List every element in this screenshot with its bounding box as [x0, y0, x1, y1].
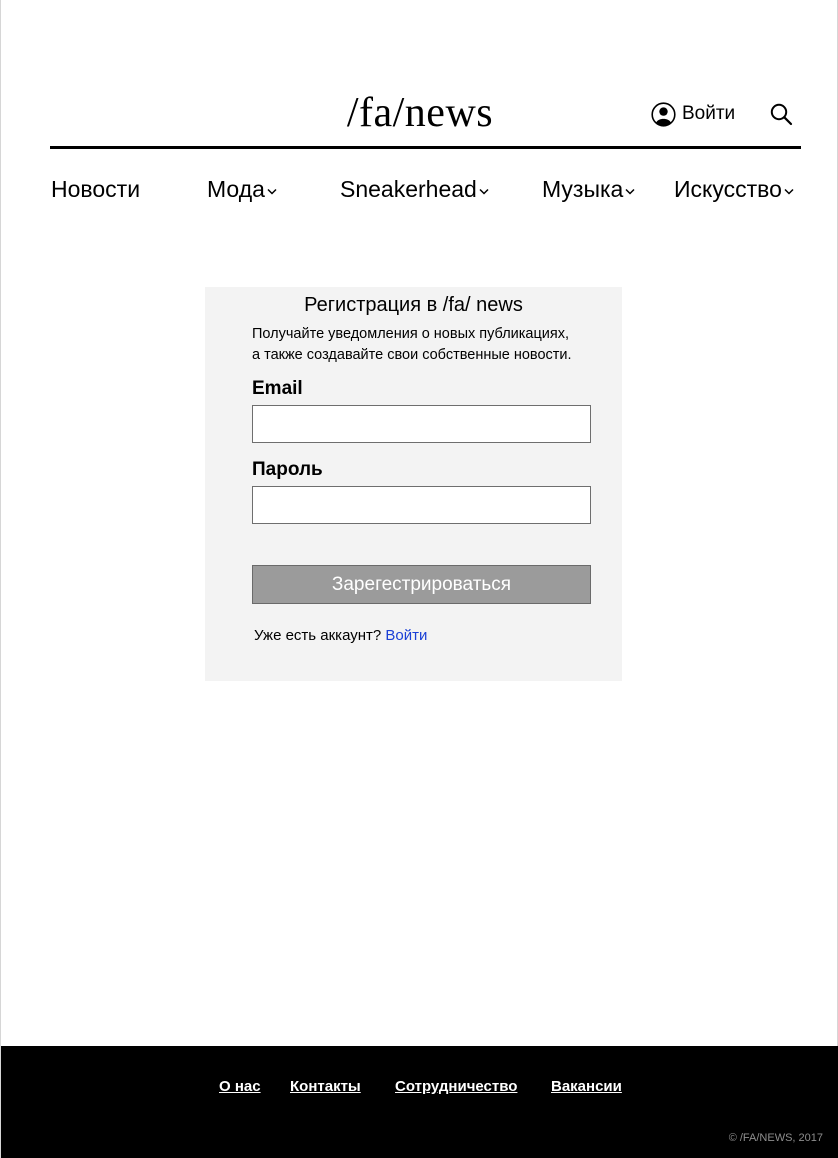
have-account-row: Уже есть аккаунт? Войти: [254, 626, 427, 646]
nav-item-fashion[interactable]: Мода: [207, 174, 277, 204]
header-login-link[interactable]: Войти: [651, 100, 735, 128]
chevron-down-icon: [479, 188, 489, 195]
footer-link-vacancies[interactable]: Вакансии: [551, 1078, 622, 1095]
registration-subtitle: Получайте уведомления о новых публикация…: [252, 324, 612, 366]
chevron-down-icon: [784, 188, 794, 195]
chevron-down-icon: [625, 188, 635, 195]
login-link[interactable]: Войти: [385, 627, 427, 644]
password-field[interactable]: [252, 486, 591, 524]
email-field[interactable]: [252, 405, 591, 443]
nav-item-label: Музыка: [542, 176, 624, 202]
registration-title: Регистрация в /fa/ news: [304, 294, 523, 316]
nav-item-label: Искусство: [674, 176, 782, 202]
email-label: Email: [252, 378, 303, 399]
nav-item-label: Мода: [207, 176, 265, 202]
nav-item-sneakerhead[interactable]: Sneakerhead: [340, 174, 489, 204]
registration-subtitle-line: а также создавайте свои собственные ново…: [252, 347, 572, 363]
registration-subtitle-line: Получайте уведомления о новых публикация…: [252, 326, 570, 342]
footer-link-about[interactable]: О нас: [219, 1078, 261, 1095]
nav-item-label: Новости: [51, 176, 141, 202]
search-icon[interactable]: [769, 102, 793, 126]
have-account-text: Уже есть аккаунт?: [254, 627, 382, 644]
nav-item-label: Sneakerhead: [340, 176, 477, 202]
nav-item-art[interactable]: Искусство: [674, 174, 794, 204]
footer-link-cooperation[interactable]: Сотрудничество: [395, 1078, 517, 1095]
page: /fa/news Войти Новости Мода Sneakerhead …: [0, 0, 838, 1158]
header-login-label: Войти: [682, 103, 736, 124]
password-label: Пароль: [252, 459, 323, 480]
footer-link-contacts[interactable]: Контакты: [290, 1078, 361, 1095]
header-divider: [50, 146, 801, 149]
chevron-down-icon: [267, 188, 277, 195]
footer: [1, 1046, 838, 1158]
copyright-text: © /FA/NEWS, 2017: [728, 1132, 823, 1144]
nav-item-music[interactable]: Музыка: [542, 174, 635, 204]
user-circle-icon: [651, 101, 676, 127]
nav-item-news[interactable]: Новости: [51, 174, 140, 204]
register-button[interactable]: Зарегестрироваться: [252, 565, 591, 604]
